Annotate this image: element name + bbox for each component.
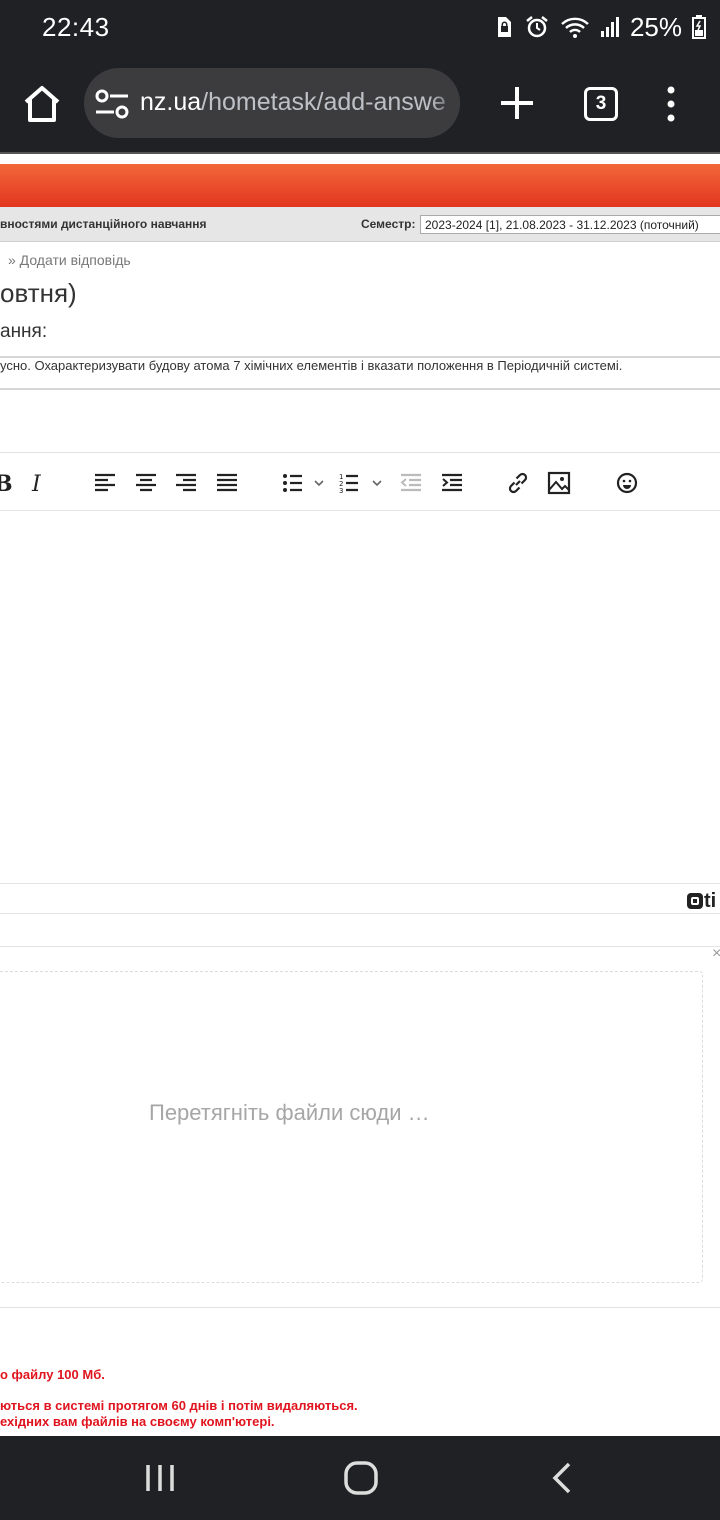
status-time: 22:43	[42, 12, 110, 42]
url-fade	[430, 68, 460, 138]
system-nav-bar	[0, 1436, 720, 1520]
retention-note: ються в системі протягом 60 днів і потім…	[0, 1398, 358, 1413]
url-host: nz.ua	[140, 88, 202, 116]
emoticons-icon[interactable]	[614, 470, 640, 496]
more-menu-icon[interactable]	[660, 84, 682, 124]
editor-status-bar: ti	[0, 883, 720, 914]
drop-zone-text: Перетягніть файли сюди …	[149, 1100, 430, 1125]
rich-text-editor: B I 123 ti	[0, 452, 720, 914]
svg-text:3: 3	[339, 487, 343, 495]
file-drop-zone[interactable]: Перетягніть файли сюди …	[0, 971, 703, 1283]
back-icon[interactable]	[541, 1456, 585, 1500]
bold-icon[interactable]: B	[0, 470, 18, 496]
sim-lock-icon	[497, 17, 511, 37]
italic-icon[interactable]: I	[26, 470, 52, 496]
image-icon[interactable]	[546, 470, 572, 496]
svg-text:B: B	[0, 471, 13, 496]
numbered-list-icon[interactable]: 123	[338, 470, 386, 496]
file-size-note: о файлу 100 Мб.	[0, 1367, 105, 1382]
bullet-list-icon[interactable]	[280, 470, 328, 496]
wifi-icon	[561, 17, 589, 38]
url-path: /hometask/add-answe	[201, 88, 446, 116]
status-bar: 22:43 25%	[0, 0, 720, 56]
task-description: усно. Охарактеризувати будову атома 7 хі…	[0, 358, 623, 373]
info-bar-text: вностями дистанційного навчання	[0, 217, 207, 231]
page-title: овтня)	[0, 278, 77, 308]
editor-content-area[interactable]	[0, 511, 720, 883]
semester-label: Семестр:	[361, 217, 416, 231]
link-icon[interactable]	[505, 470, 531, 496]
semester-value: 2023-2024 [1], 21.08.2023 - 31.12.2023 (…	[425, 218, 699, 232]
browser-toolbar: nz.ua/hometask/add-answe 3	[0, 56, 720, 152]
signal-icon	[600, 17, 619, 37]
address-bar[interactable]: nz.ua/hometask/add-answe	[84, 68, 460, 138]
browser-divider	[0, 152, 720, 154]
alarm-icon	[526, 16, 548, 38]
site-settings-icon[interactable]	[94, 86, 130, 122]
site-header-band	[0, 164, 720, 207]
outdent-icon[interactable]	[398, 470, 424, 496]
tab-switcher-button[interactable]: 3	[584, 87, 618, 121]
justify-icon[interactable]	[214, 470, 240, 496]
recent-apps-icon[interactable]	[138, 1456, 182, 1500]
align-center-icon[interactable]	[133, 470, 159, 496]
url-text: nz.ua/hometask/add-answe	[140, 88, 446, 117]
semester-select[interactable]: 2023-2024 [1], 21.08.2023 - 31.12.2023 (…	[420, 215, 720, 234]
align-right-icon[interactable]	[173, 470, 199, 496]
tiny-logo-text: ti	[704, 890, 717, 912]
battery-percent: 25%	[629, 11, 682, 42]
editor-toolbar: B I 123	[0, 453, 720, 511]
file-upload-panel: × Перетягніть файли сюди …	[0, 945, 720, 1308]
task-divider-bottom	[0, 388, 720, 390]
breadcrumb[interactable]: » Додати відповідь	[8, 252, 131, 268]
indent-icon[interactable]	[439, 470, 465, 496]
upload-close-icon[interactable]: ×	[712, 945, 720, 963]
status-icons: 25%	[494, 10, 706, 44]
svg-text:I: I	[31, 472, 42, 496]
tiny-logo: ti	[686, 890, 716, 913]
new-tab-icon[interactable]	[498, 84, 536, 122]
backup-note: ехідних вам файлів на своєму комп'ютері.	[0, 1414, 275, 1429]
task-label: ання:	[0, 321, 48, 342]
tiny-logo-icon	[687, 893, 703, 909]
home-icon[interactable]	[20, 82, 64, 126]
battery-icon	[692, 15, 706, 39]
home-nav-icon[interactable]	[339, 1456, 383, 1500]
info-bar: вностями дистанційного навчання Семестр:…	[0, 207, 720, 242]
align-left-icon[interactable]	[92, 470, 118, 496]
